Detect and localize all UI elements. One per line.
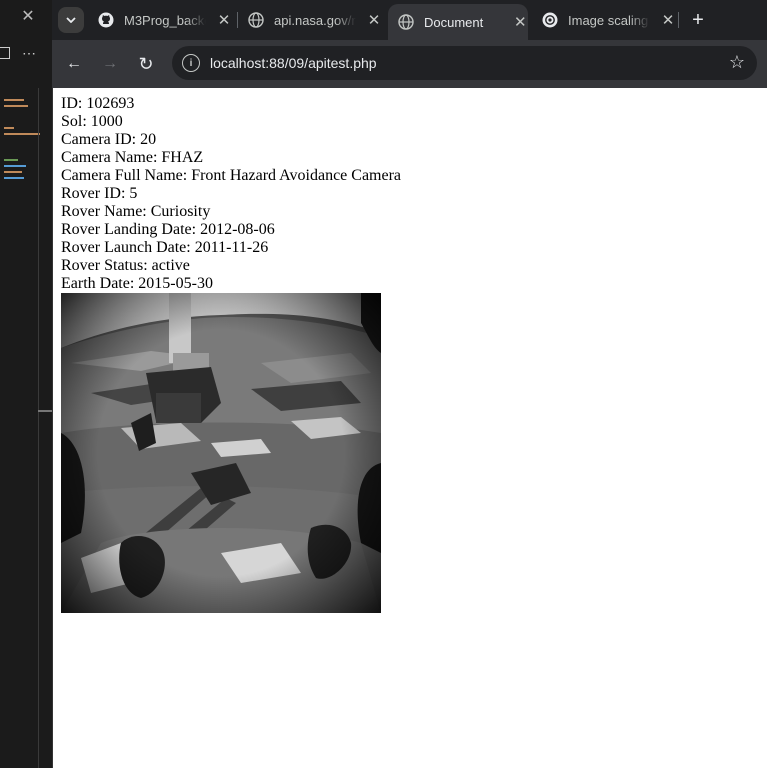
earth-date: Earth Date: 2015-05-30 [61, 275, 213, 292]
tab-title: api.nasa.gov/r [274, 12, 356, 28]
tab-separator [237, 12, 238, 28]
forward-icon[interactable]: → [98, 52, 122, 76]
browser-chrome: M3Prog_backe ✕ api.nasa.gov/r ✕ Document… [52, 0, 767, 88]
photo-id: ID: 102693 [61, 95, 135, 112]
photo-info: ID: 102693 Sol: 1000 Camera ID: 20 Camer… [61, 95, 401, 293]
rover-id: Rover ID: 5 [61, 185, 138, 202]
camera-id: Camera ID: 20 [61, 131, 157, 148]
tab-image-scaling[interactable]: Image scaling ✕ [542, 4, 680, 36]
globe-icon [398, 14, 414, 30]
tab-title: Document [424, 14, 484, 30]
openai-icon [542, 12, 558, 28]
camera-name: Camera Name: FHAZ [61, 149, 204, 166]
globe-icon [248, 12, 264, 28]
browser-toolbar: ← → ↻ i localhost:88/09/apitest.php ☆ [52, 40, 767, 88]
tab-title: Image scaling [568, 12, 649, 28]
back-icon[interactable]: ← [62, 52, 86, 76]
scroll-marker [38, 410, 52, 412]
close-tab-icon[interactable]: ✕ [216, 11, 232, 29]
close-tab-icon[interactable]: ✕ [513, 13, 528, 31]
tab-m3prog[interactable]: M3Prog_backe ✕ [98, 4, 236, 36]
close-tab-icon[interactable]: ✕ [366, 11, 382, 29]
page-content: ID: 102693 Sol: 1000 Camera ID: 20 Camer… [53, 88, 767, 768]
rover-launch-date: Rover Launch Date: 2011-11-26 [61, 239, 269, 256]
tab-document[interactable]: Document ✕ [388, 4, 528, 40]
bookmark-star-icon[interactable]: ☆ [729, 52, 745, 73]
camera-full-name: Camera Full Name: Front Hazard Avoidance… [61, 167, 402, 184]
rover-name: Rover Name: Curiosity [61, 203, 211, 220]
code-minimap [0, 95, 40, 183]
github-icon [98, 12, 114, 28]
split-editor-icon[interactable] [0, 47, 10, 59]
editor-side-panel: ✕ ⋯ [0, 0, 53, 768]
tab-strip: M3Prog_backe ✕ api.nasa.gov/r ✕ Document… [52, 0, 767, 40]
close-tab-icon[interactable]: ✕ [660, 11, 676, 29]
panel-divider [38, 88, 39, 768]
tab-search-button[interactable] [58, 7, 84, 33]
editor-toolbar: ⋯ [0, 38, 52, 68]
address-bar[interactable]: i localhost:88/09/apitest.php ☆ [172, 46, 757, 80]
rover-status: Rover Status: active [61, 257, 190, 274]
photo-sol: Sol: 1000 [61, 113, 123, 130]
reload-icon[interactable]: ↻ [134, 52, 158, 76]
tab-nasa-api[interactable]: api.nasa.gov/r ✕ [248, 4, 386, 36]
site-info-icon[interactable]: i [182, 54, 200, 72]
url-text[interactable]: localhost:88/09/apitest.php [210, 55, 377, 71]
new-tab-button[interactable]: + [688, 10, 708, 30]
tab-separator [678, 12, 679, 28]
tab-title: M3Prog_backe [124, 12, 206, 28]
mars-rover-photo [61, 293, 381, 613]
more-actions-icon[interactable]: ⋯ [22, 45, 37, 62]
rover-landing-date: Rover Landing Date: 2012-08-06 [61, 221, 275, 238]
close-icon[interactable]: ✕ [18, 6, 38, 26]
chevron-down-icon [66, 17, 76, 23]
